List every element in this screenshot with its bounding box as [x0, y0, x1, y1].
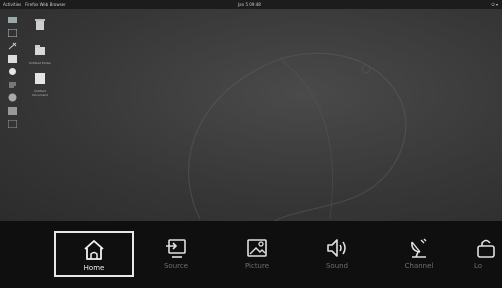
calendar-dock-icon[interactable]	[7, 106, 17, 115]
menu-item-sound[interactable]: Sound	[297, 231, 377, 277]
app-menu[interactable]: Firefox Web Browser	[25, 2, 66, 7]
desktop-icon-trash[interactable]	[27, 15, 53, 35]
menu-item-lock[interactable]: Lo	[460, 231, 502, 277]
menu-item-home[interactable]: Home	[54, 231, 134, 277]
firefox-dock-icon[interactable]	[7, 15, 17, 24]
menu-item-label: Picture	[244, 262, 270, 270]
sound-icon	[327, 239, 346, 257]
dock	[7, 15, 19, 132]
satellite-dish-icon	[411, 238, 427, 258]
system-menu-icon[interactable]: ⏻ ▾	[492, 0, 498, 9]
browser-dock-icon[interactable]	[7, 93, 17, 102]
picture-icon	[247, 239, 267, 257]
apps-dock-icon[interactable]	[7, 119, 17, 128]
files-dock-icon[interactable]	[7, 28, 17, 37]
terminal-dock-icon[interactable]	[7, 54, 17, 63]
folder-icon	[35, 45, 47, 55]
menu-item-channel[interactable]: Channel	[379, 231, 459, 277]
menu-item-label: Home	[83, 264, 105, 272]
text-dock-icon[interactable]	[7, 80, 17, 89]
clock[interactable]: Jan 5 09:48	[238, 0, 261, 9]
desktop-icon-label: Untitled Folder	[28, 61, 52, 65]
trash-icon	[35, 19, 45, 30]
tools-dock-icon[interactable]	[7, 41, 17, 50]
menu-item-label: Lo	[474, 262, 483, 270]
desktop-icon-label: Untitled Document	[32, 89, 48, 97]
lock-icon	[477, 239, 495, 258]
menu-item-picture[interactable]: Picture	[217, 231, 297, 277]
parrot-wallpaper-icon	[187, 52, 407, 221]
home-icon	[84, 240, 104, 260]
menu-item-label: Source	[163, 262, 189, 270]
desktop: Untitled Folder Untitled Document	[0, 9, 502, 221]
menu-item-source[interactable]: Source	[136, 231, 216, 277]
top-bar: Activities Firefox Web Browser Jan 5 09:…	[0, 0, 502, 9]
source-icon	[166, 239, 186, 258]
menu-item-label: Channel	[404, 262, 434, 270]
settings-dock-icon[interactable]	[7, 67, 17, 76]
document-icon	[35, 73, 45, 85]
menu-item-label: Sound	[325, 262, 349, 270]
desktop-icon-document[interactable]: Untitled Document	[27, 69, 53, 97]
activities-button[interactable]: Activities	[3, 2, 21, 7]
desktop-icon-folder[interactable]: Untitled Folder	[27, 41, 53, 65]
